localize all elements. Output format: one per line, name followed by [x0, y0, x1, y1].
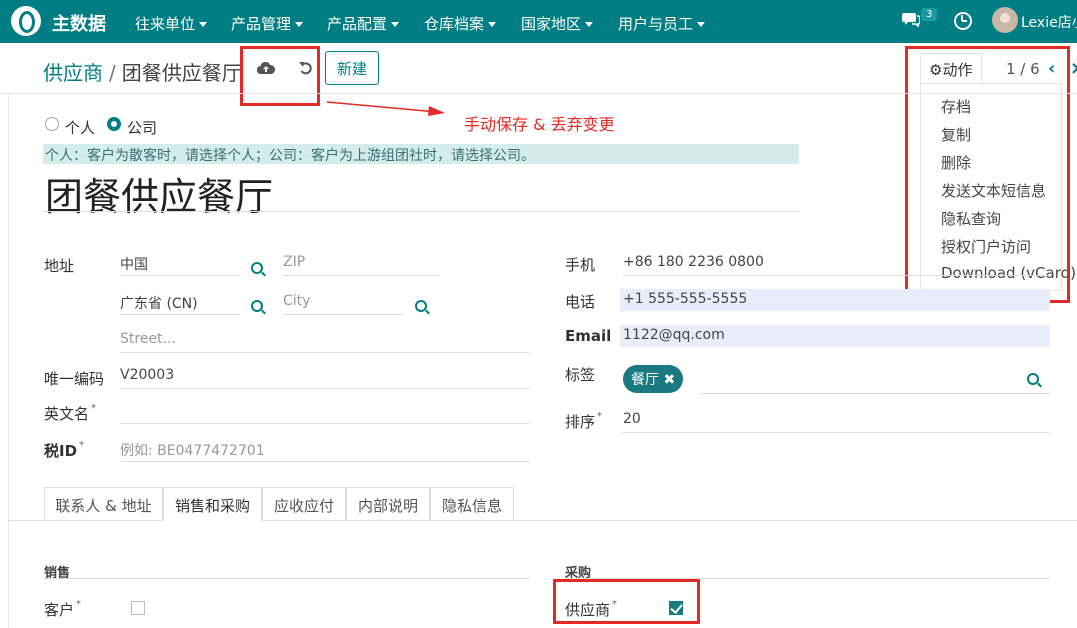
menu-products[interactable]: 产品管理: [231, 13, 304, 34]
annotation-text: 手动保存 & 丢弃变更: [464, 115, 615, 134]
radio-company-label: 公司: [127, 119, 158, 137]
address-label: 地址: [44, 257, 75, 275]
english-name-label: 英文名 *: [44, 403, 97, 423]
partner-name-field[interactable]: 团餐供应餐厅: [45, 166, 273, 221]
search-icon[interactable]: [251, 262, 263, 274]
new-button[interactable]: 新建: [325, 51, 379, 85]
city-field[interactable]: City: [283, 293, 403, 315]
customer-label: 客户 *: [44, 599, 82, 619]
top-navbar: 主数据 往来单位 产品管理 产品配置 仓库档案 国家地区 用户与员工 3 Lex…: [0, 0, 1077, 43]
app-logo-icon[interactable]: [11, 6, 41, 36]
radio-company[interactable]: [107, 117, 121, 131]
breadcrumb-separator: /: [109, 61, 116, 85]
phone-field[interactable]: +1 555-555-5555: [620, 289, 1050, 311]
title-underline: [43, 211, 799, 212]
menu-warehouse[interactable]: 仓库档案: [424, 13, 497, 34]
state-field[interactable]: 广东省 (CN): [120, 293, 240, 315]
tab-accounting[interactable]: 应收应付: [262, 487, 346, 521]
sequence-field[interactable]: 20: [623, 411, 1050, 433]
caret-down-icon: [585, 22, 594, 27]
menu-product-config[interactable]: 产品配置: [327, 13, 400, 34]
menu-users-employees[interactable]: 用户与员工: [618, 13, 706, 34]
caret-down-icon: [488, 22, 497, 27]
radio-individual[interactable]: [45, 117, 59, 131]
tab-internal-notes[interactable]: 内部说明: [346, 487, 430, 521]
tag-chip: 餐厅 ✖: [623, 365, 684, 393]
phone-label: 电话: [565, 293, 596, 311]
tax-id-label: 税ID *: [44, 440, 85, 460]
mobile-label: 手机: [565, 256, 596, 274]
country-field[interactable]: 中国: [120, 254, 240, 276]
search-icon[interactable]: [415, 300, 427, 312]
radio-individual-label: 个人: [65, 119, 96, 137]
menu-countries[interactable]: 国家地区: [521, 13, 594, 34]
caret-down-icon: [391, 22, 400, 27]
breadcrumb-current: 团餐供应餐厅: [121, 61, 242, 85]
email-field[interactable]: 1122@qq.com: [620, 325, 1050, 347]
caret-down-icon: [199, 22, 208, 27]
tax-id-field[interactable]: 例如: BE0477472701: [120, 440, 530, 462]
remove-tag-icon[interactable]: ✖: [663, 372, 675, 388]
tags-input[interactable]: [700, 372, 1050, 394]
breadcrumb-parent-link[interactable]: 供应商: [43, 61, 103, 85]
breadcrumb: 供应商 / 团餐供应餐厅: [43, 57, 242, 86]
annotation-box-save-discard: [240, 46, 320, 106]
annotation-arrow-icon: [326, 101, 445, 116]
caret-down-icon: [295, 22, 304, 27]
email-label: Email: [565, 327, 612, 345]
sequence-label: 排序 *: [565, 411, 603, 431]
street-field[interactable]: Street...: [120, 331, 530, 353]
activity-clock-icon[interactable]: [954, 12, 972, 30]
message-count-badge: 3: [921, 8, 938, 21]
caret-down-icon: [697, 22, 706, 27]
annotation-box-supplier: [553, 579, 700, 624]
search-icon[interactable]: [1027, 373, 1039, 385]
english-name-field[interactable]: [120, 402, 530, 424]
close-icon[interactable]: ×: [1070, 58, 1077, 79]
search-icon[interactable]: [251, 300, 263, 312]
tab-privacy[interactable]: 隐私信息: [430, 487, 514, 521]
form-sheet-border: [8, 94, 9, 628]
menu-partners[interactable]: 往来单位: [135, 13, 208, 34]
mobile-field[interactable]: +86 180 2236 0800: [623, 254, 1050, 276]
zip-field[interactable]: ZIP: [283, 254, 438, 276]
user-name[interactable]: Lexie店小: [1021, 12, 1077, 32]
tags-label: 标签: [565, 366, 596, 384]
user-avatar[interactable]: [992, 7, 1018, 33]
tab-contacts-address[interactable]: 联系人 & 地址: [44, 487, 163, 521]
sales-section-line: [44, 578, 530, 579]
chat-icon[interactable]: [902, 11, 920, 27]
tab-sales-purchase[interactable]: 销售和采购: [163, 487, 262, 521]
code-label: 唯一编码: [44, 370, 105, 388]
customer-checkbox[interactable]: [131, 601, 145, 615]
app-title[interactable]: 主数据: [52, 10, 106, 36]
control-panel-divider: [0, 93, 1077, 94]
code-field[interactable]: V20003: [120, 367, 530, 389]
company-type-hint: 个人：客户为散客时，请选择个人；公司：客户为上游组团社时，请选择公司。: [43, 144, 799, 164]
